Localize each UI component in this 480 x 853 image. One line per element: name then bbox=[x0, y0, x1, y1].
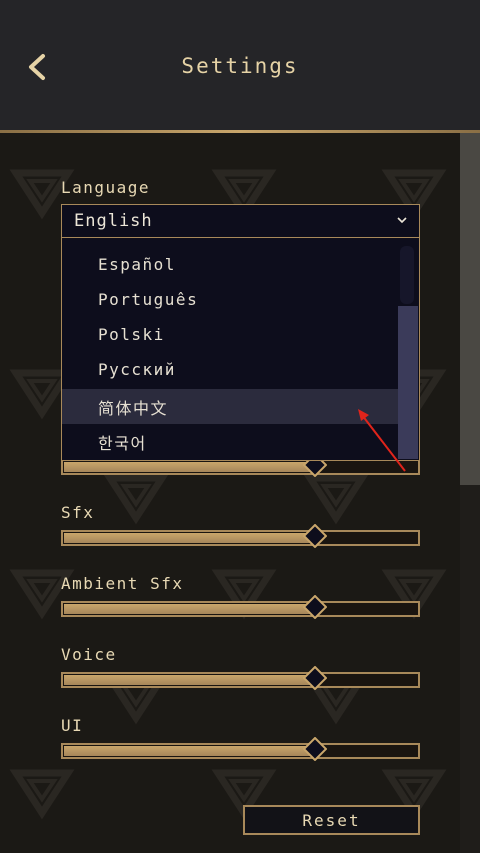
slider-handle[interactable] bbox=[303, 737, 327, 761]
language-option-simplified-chinese[interactable]: 简体中文 bbox=[62, 389, 398, 424]
slider-fill bbox=[64, 462, 316, 472]
voice-label: Voice bbox=[61, 645, 117, 664]
page-scrollbar-thumb[interactable] bbox=[460, 133, 480, 485]
voice-slider[interactable] bbox=[61, 666, 420, 690]
reset-button[interactable]: Reset bbox=[243, 805, 420, 835]
ui-slider[interactable] bbox=[61, 737, 420, 761]
language-select[interactable]: English bbox=[61, 204, 420, 238]
slider-handle[interactable] bbox=[303, 595, 327, 619]
slider-handle[interactable] bbox=[303, 524, 327, 548]
slider-fill bbox=[64, 604, 316, 614]
slider-fill bbox=[64, 533, 316, 543]
language-option-russian[interactable]: Русский bbox=[62, 352, 398, 387]
slider-handle[interactable] bbox=[303, 666, 327, 690]
language-selected-value: English bbox=[74, 211, 153, 231]
dropdown-scrollbar-groove bbox=[400, 246, 414, 304]
language-option-korean[interactable]: 한국어 bbox=[62, 424, 398, 459]
ambient-sfx-slider[interactable] bbox=[61, 595, 420, 619]
sfx-slider[interactable] bbox=[61, 524, 420, 548]
ambient-sfx-label: Ambient Sfx bbox=[61, 574, 184, 593]
slider-fill bbox=[64, 675, 316, 685]
volume-slider-1[interactable] bbox=[61, 453, 420, 477]
page-title: Settings bbox=[181, 54, 299, 78]
language-label: Language bbox=[61, 178, 151, 197]
language-option-polish[interactable]: Polski bbox=[62, 317, 398, 352]
top-bar: Settings bbox=[0, 0, 480, 130]
language-option-spanish[interactable]: Español bbox=[62, 247, 398, 282]
page-scrollbar[interactable] bbox=[460, 133, 480, 853]
chevron-down-icon bbox=[397, 217, 407, 224]
slider-fill bbox=[64, 746, 316, 756]
settings-panel: Language English Español Português Polsk… bbox=[0, 133, 480, 853]
language-dropdown: Español Português Polski Русский 简体中文 한국… bbox=[61, 238, 420, 461]
language-option-portuguese[interactable]: Português bbox=[62, 282, 398, 317]
dropdown-scrollbar-thumb[interactable] bbox=[398, 306, 418, 459]
ui-label: UI bbox=[61, 716, 84, 735]
sfx-label: Sfx bbox=[61, 503, 95, 522]
